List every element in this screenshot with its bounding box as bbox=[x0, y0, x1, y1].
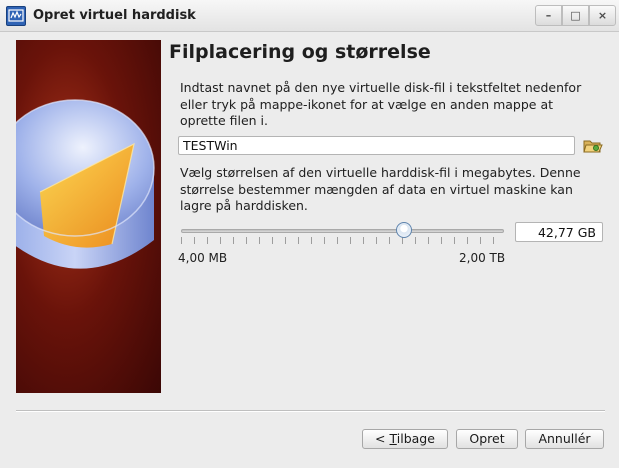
create-button[interactable]: Opret bbox=[456, 429, 518, 449]
folder-open-icon bbox=[583, 140, 603, 153]
wizard-side-image bbox=[16, 40, 161, 393]
slider-ticks bbox=[181, 237, 504, 244]
slider-track bbox=[181, 229, 504, 233]
file-name-input[interactable] bbox=[178, 136, 575, 155]
slider-handle[interactable] bbox=[395, 222, 412, 238]
page-title: Filplacering og størrelse bbox=[169, 41, 431, 63]
back-button-prefix: < bbox=[375, 431, 390, 446]
disk-size-input[interactable] bbox=[515, 222, 603, 242]
back-button[interactable]: < Tilbage bbox=[362, 429, 448, 449]
window-titlebar[interactable]: Opret virtuel harddisk – □ × bbox=[0, 0, 619, 32]
close-button[interactable]: × bbox=[589, 5, 616, 26]
virtualbox-app-icon bbox=[6, 6, 26, 26]
maximize-button[interactable]: □ bbox=[562, 5, 589, 26]
window-title: Opret virtuel harddisk bbox=[33, 8, 196, 23]
choose-folder-button[interactable] bbox=[583, 137, 603, 155]
cancel-button[interactable]: Annullér bbox=[525, 429, 604, 449]
slider-max-label: 2,00 TB bbox=[459, 251, 506, 265]
size-description: Vælg størrelsen af den virtuelle harddis… bbox=[180, 165, 581, 213]
button-separator bbox=[16, 410, 605, 412]
back-button-mnemonic: T bbox=[389, 431, 397, 446]
location-description: Indtast navnet på den nye virtuelle disk… bbox=[180, 80, 582, 128]
disk-size-slider[interactable] bbox=[181, 220, 504, 244]
slider-min-label: 4,00 MB bbox=[178, 251, 228, 265]
hard-disk-pie-illustration bbox=[16, 99, 155, 269]
back-button-rest: ilbage bbox=[396, 431, 435, 446]
minimize-button[interactable]: – bbox=[535, 5, 562, 26]
